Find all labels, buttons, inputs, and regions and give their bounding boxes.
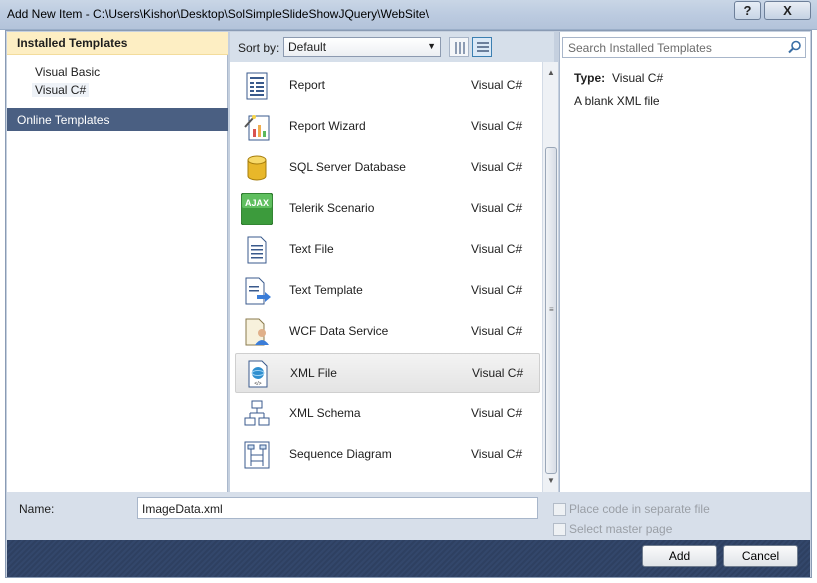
template-language: Visual C# [471,160,523,174]
button-bar: Add Cancel [7,540,810,577]
list-view-icon-line [477,46,489,48]
report-wizard-icon [244,115,270,141]
template-name: Text Template [289,283,363,297]
template-list-scrollbar[interactable]: ▲ ≡ ▼ [542,62,558,492]
help-button[interactable]: ? [734,1,761,20]
text-template-icon [245,277,271,305]
wcf-service-icon [245,318,269,346]
template-name: Report Wizard [289,119,366,133]
template-row-wcf-data-service[interactable]: WCF Data Service Visual C# [235,312,540,352]
template-row-sequence-diagram[interactable]: Sequence Diagram Visual C# [235,435,540,475]
chevron-down-icon: ▼ [427,41,436,51]
type-label: Type: [574,71,606,85]
database-icon [247,155,267,181]
medium-icons-view-button[interactable] [449,37,469,57]
template-name: Text File [289,242,334,256]
template-language: Visual C# [471,119,523,133]
text-file-icon [247,236,267,264]
place-code-label: Place code in separate file [569,502,710,516]
type-value: Visual C# [612,71,664,85]
xml-schema-icon [244,400,270,426]
template-row-text-file[interactable]: Text File Visual C# [235,230,540,270]
installed-templates-header[interactable]: Installed Templates [7,32,228,55]
sequence-diagram-icon [244,441,270,469]
template-name: WCF Data Service [289,324,389,338]
template-name: Report [289,78,326,92]
template-row-report-wizard[interactable]: Report Wizard Visual C# [235,107,540,147]
report-icon [246,72,268,100]
window-title: Add New Item - C:\Users\Kishor\Desktop\S… [7,7,429,21]
template-name: SQL Server Database [289,160,406,174]
svg-text:</>: </> [254,381,261,387]
grip-icon: ≡ [549,305,554,314]
place-code-checkbox[interactable] [553,503,566,516]
details-view-button[interactable] [472,37,492,57]
add-button[interactable]: Add [642,545,717,567]
template-list: Report Visual C# Report Wizard Visual C#… [230,62,542,492]
template-details-panel: Search Installed Templates Type: Visual … [559,32,810,492]
template-name: XML File [290,366,337,380]
template-categories-panel: Installed Templates Visual Basic Visual … [7,32,228,492]
template-language: Visual C# [472,366,524,380]
template-name: XML Schema [289,406,361,420]
template-language: Visual C# [471,242,523,256]
online-templates-item[interactable]: Online Templates [7,108,228,131]
list-toolbar: Sort by: Default ▼ [230,32,554,62]
sort-by-dropdown[interactable]: Default ▼ [283,37,441,57]
category-visual-csharp[interactable]: Visual C# [32,83,90,97]
template-language: Visual C# [471,447,523,461]
template-name: Telerik Scenario [289,201,375,215]
search-placeholder: Search Installed Templates [568,41,712,55]
search-templates-input[interactable]: Search Installed Templates [562,37,806,58]
template-description: A blank XML file [574,94,660,108]
template-name: Sequence Diagram [289,447,392,461]
master-page-label: Select master page [569,522,673,536]
master-page-checkbox[interactable] [553,523,566,536]
name-label: Name: [19,502,55,516]
template-language: Visual C# [471,283,523,297]
template-row-report[interactable]: Report Visual C# [235,66,540,106]
scrollbar-thumb[interactable]: ≡ [545,147,557,474]
template-row-xml-file[interactable]: </> XML File Visual C# [235,353,540,393]
template-language: Visual C# [471,78,523,92]
sort-by-value: Default [288,40,327,54]
grid-view-icon-col [459,42,461,54]
name-section: Name: ImageData.xml Place code in separa… [7,492,810,540]
title-bar: Add New Item - C:\Users\Kishor\Desktop\S… [0,0,817,30]
cancel-button[interactable]: Cancel [723,545,798,567]
template-row-telerik-scenario[interactable]: AJAX Telerik Scenario Visual C# [235,189,540,229]
name-input[interactable]: ImageData.xml [137,497,538,519]
search-icon[interactable] [788,40,802,54]
list-view-icon [477,42,489,44]
sort-by-label: Sort by: [238,41,280,55]
template-row-text-template[interactable]: Text Template Visual C# [235,271,540,311]
list-view-icon-line [477,50,489,52]
grid-view-icon [455,42,457,54]
template-row-xml-schema[interactable]: XML Schema Visual C# [235,394,540,434]
template-language: Visual C# [471,406,523,420]
ajax-icon: AJAX [241,193,273,225]
template-row-sql-server-database[interactable]: SQL Server Database Visual C# [235,148,540,188]
template-language: Visual C# [471,324,523,338]
grid-view-icon-col [463,42,465,54]
ajax-badge-text: AJAX [245,198,269,208]
xml-file-icon: </> [248,360,268,388]
category-visual-basic[interactable]: Visual Basic [35,65,100,79]
scroll-down-arrow-icon[interactable]: ▼ [543,474,559,488]
close-button[interactable]: X [764,1,811,20]
scroll-up-arrow-icon[interactable]: ▲ [543,66,559,80]
template-language: Visual C# [471,201,523,215]
